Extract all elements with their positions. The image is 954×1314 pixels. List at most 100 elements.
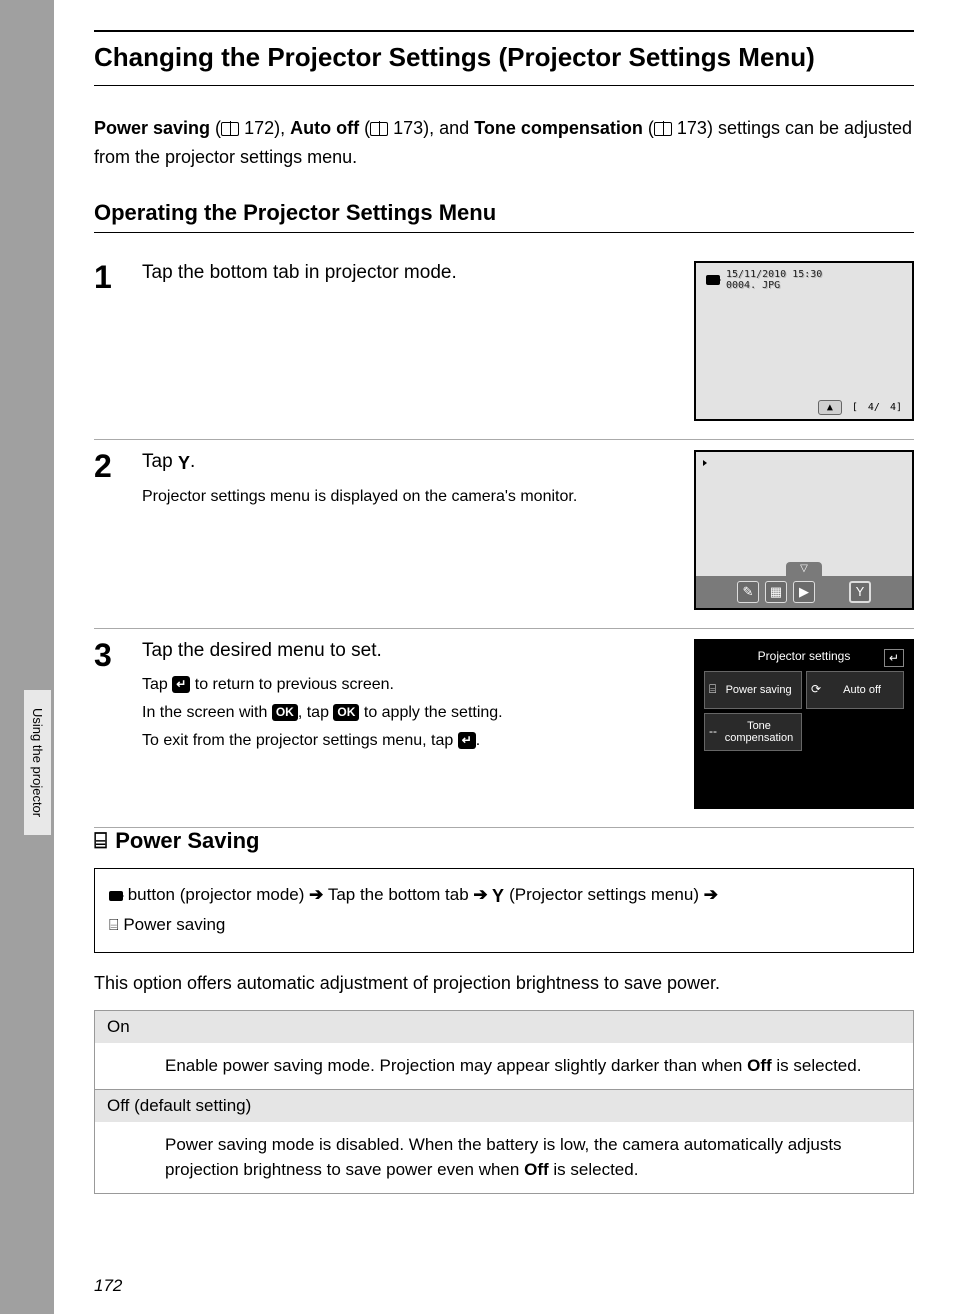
on-pre: Enable power saving mode. Projection may… [165,1056,747,1075]
bottom-toolbar: ✎ ▦ ▶ Y [696,576,912,608]
up-tab-button: ▲ [818,400,842,415]
step-number: 3 [94,639,122,671]
table-row: Off (default setting) [95,1089,914,1122]
camera-screen-2: ▽ ✎ ▦ ▶ Y [694,450,914,610]
dash-icon: -- [709,725,717,738]
option-on-body: Enable power saving mode. Projection may… [95,1043,914,1089]
back-icon: ↵ [458,732,476,748]
wrench-icon: Y [849,581,871,603]
projector-mode-icon [706,275,720,285]
option-on-label: On [95,1011,914,1044]
projector-mode-icon [109,891,123,901]
intro-bold-1: Power saving [94,118,210,138]
page-ref-2: 173 [393,118,423,138]
menu-power-saving: ⌸ Power saving [704,671,802,709]
option-off-body: Power saving mode is disabled. When the … [95,1122,914,1194]
ok-icon: OK [272,704,298,720]
menu-label: Power saving [720,684,797,696]
wrench-icon: Y [492,881,504,912]
navigation-breadcrumb: button (projector mode) ➔ Tap the bottom… [94,868,914,953]
page-ref-1: 172 [244,118,274,138]
menu-label: Auto off [825,684,899,696]
camera-screen-1: 15/11/2010 15:30 0004. JPG ▲ [ 4/ 4] [694,261,914,421]
off-pre: Power saving mode is disabled. When the … [165,1135,842,1180]
ok-icon: OK [333,704,359,720]
wrench-icon: Y [178,452,190,475]
book-icon [654,122,672,136]
step-1: 1 Tap the bottom tab in projector mode. … [94,251,914,440]
step2-post: . [190,451,195,472]
stack-icon: ⌸ [109,918,119,934]
off-bold: Off [524,1160,549,1179]
table-row: On [95,1011,914,1044]
screen3-title: Projector settings [758,649,851,663]
on-post: is selected. [772,1056,862,1075]
step2-pre: Tap [142,451,178,472]
d3-pre: To exit from the projector settings menu… [142,732,458,749]
ps-description: This option offers automatic adjustment … [94,973,914,994]
manual-page: Using the projector Changing the Project… [54,0,954,1314]
toolbar-spacer [821,581,843,603]
page-number: 172 [94,1276,122,1296]
stack-icon: ⌸ [94,830,107,852]
on-bold: Off [747,1056,772,1075]
subheading: Operating the Projector Settings Menu [94,200,914,233]
step-title: Tap the bottom tab in projector mode. [142,261,664,286]
options-table: On Enable power saving mode. Projection … [94,1010,914,1194]
page-ref-3: 173 [677,118,707,138]
arrow-icon: ➔ [473,885,487,904]
d1-pre: Tap [142,676,172,693]
pencil-icon: ✎ [737,581,759,603]
book-icon [221,122,239,136]
bracket: [ [852,402,858,413]
bc2: Tap the bottom tab [328,885,474,904]
d1-post: to return to previous screen. [190,676,394,693]
step-2: 2 Tap Y. Projector settings menu is disp… [94,440,914,629]
option-off-label: Off (default setting) [95,1089,914,1122]
menu-tone-compensation: -- Tone compensation [704,713,802,751]
bc1: button (projector mode) [123,885,309,904]
grid-icon: ▦ [765,581,787,603]
collapse-tab: ▽ [786,562,822,576]
intro-bold-3: Tone compensation [474,118,643,138]
counter-b: 4] [890,402,902,413]
play-icon: ▶ [793,581,815,603]
bc3: (Projector settings menu) [504,885,703,904]
page-title: Changing the Projector Settings (Project… [94,30,914,86]
off-post: is selected. [549,1160,639,1179]
table-row: Enable power saving mode. Projection may… [95,1043,914,1089]
menu-label: Tone compensation [721,720,797,744]
arrow-icon: ➔ [704,885,718,904]
step-detail-3: To exit from the projector settings menu… [142,729,664,753]
bc4: Power saving [119,915,226,934]
book-icon [370,122,388,136]
arrow-icon: ➔ [309,885,323,904]
step-title: Tap the desired menu to set. [142,639,664,664]
timer-icon: ⟳ [811,683,821,696]
back-icon: ↵ [884,649,904,667]
side-tab: Using the projector [24,690,51,835]
screen-filename: 0004. JPG [726,280,780,291]
back-icon: ↵ [172,676,190,692]
d2-pre: In the screen with [142,704,272,721]
step-detail-1: Tap ↵ to return to previous screen. [142,673,664,697]
step-number: 1 [94,261,122,293]
table-row: Power saving mode is disabled. When the … [95,1122,914,1194]
step-3: 3 Tap the desired menu to set. Tap ↵ to … [94,629,914,828]
d2-post: to apply the setting. [359,704,502,721]
stack-icon: ⌸ [709,683,716,696]
step-number: 2 [94,450,122,482]
counter-a: 4/ [868,402,880,413]
d3-post: . [476,732,480,749]
intro-mid: , and [429,118,474,138]
step-title: Tap Y. [142,450,664,475]
camera-screen-3: Projector settings ↵ ⌸ Power saving ⟳ Au… [694,639,914,809]
menu-auto-off: ⟳ Auto off [806,671,904,709]
intro-bold-2: Auto off [290,118,359,138]
power-saving-heading: ⌸ Power Saving [94,828,914,854]
intro-paragraph: Power saving ( 172), Auto off ( 173), an… [94,114,914,172]
screen-date: 15/11/2010 15:30 [726,269,822,280]
step-detail-2: In the screen with OK, tap OK to apply t… [142,701,664,725]
ps-heading-text: Power Saving [115,828,259,854]
d2-mid: , tap [298,704,334,721]
